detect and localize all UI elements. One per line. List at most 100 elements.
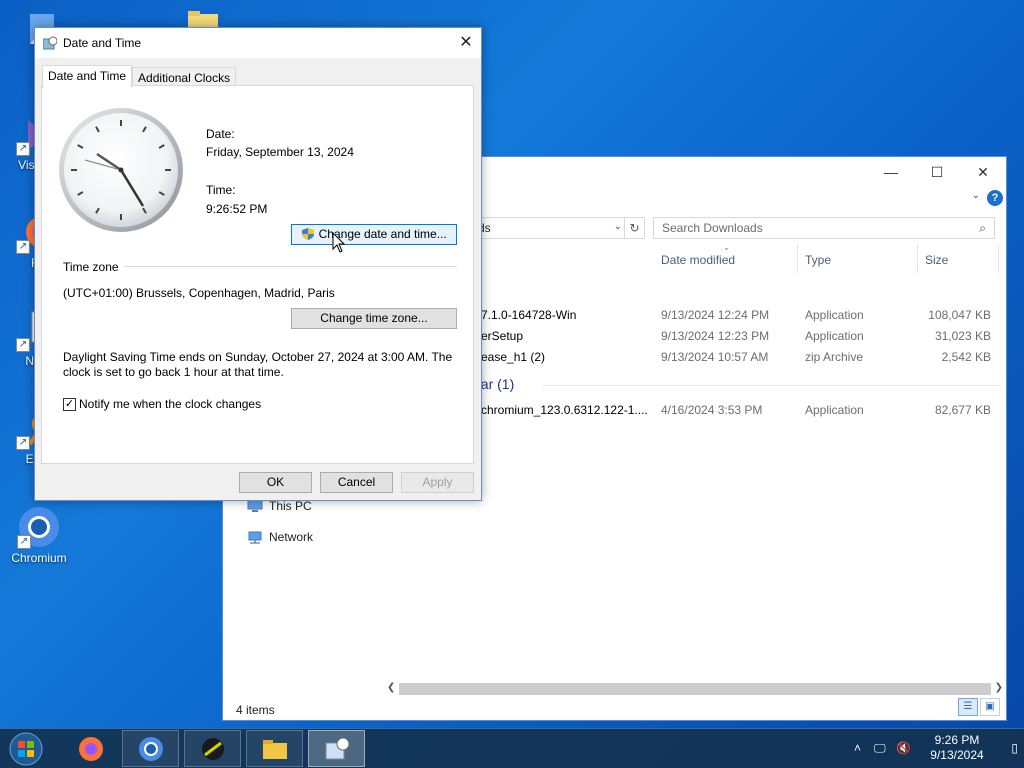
tab-date-and-time[interactable]: Date and Time — [42, 65, 133, 88]
change-timezone-button[interactable]: Change time zone... — [291, 308, 457, 329]
network-icon[interactable]: 🖵 — [874, 741, 886, 756]
taskbar: ˄ 🖵 🔇 9:26 PM 9/13/2024 ▯ — [0, 728, 1024, 768]
nav-item-label: This PC — [269, 499, 312, 513]
taskbar-file-explorer[interactable] — [246, 730, 303, 767]
maximize-button[interactable]: ☐ — [914, 157, 960, 187]
nav-item-label: Network — [269, 530, 314, 544]
system-tray: ˄ 🖵 🔇 9:26 PM 9/13/2024 ▯ — [854, 729, 1024, 768]
uac-shield-icon — [302, 228, 315, 240]
shortcut-arrow-icon: ↗ — [16, 240, 30, 254]
view-switcher: ☰ ▣ — [958, 698, 1000, 716]
date-time-app-icon — [325, 737, 349, 759]
file-name: 7.1.0-164728-Win — [481, 308, 577, 322]
shortcut-arrow-icon: ↗ — [17, 535, 31, 549]
group-divider — [543, 385, 1001, 386]
taskbar-firefox[interactable] — [62, 730, 119, 767]
ribbon-expand-chevron-icon[interactable]: ⌄ — [972, 190, 980, 201]
taskbar-date: 9/13/2024 — [930, 748, 984, 762]
folder-icon — [262, 739, 287, 759]
close-icon[interactable]: ✕ — [451, 28, 481, 58]
file-name: erSetup — [481, 329, 524, 343]
desktop-icon-label: Chromium — [11, 551, 67, 565]
dst-info-line-2: clock is set to go back 1 hour at that t… — [63, 365, 284, 379]
column-size[interactable]: Size — [925, 253, 948, 267]
timezone-value: (UTC+01:00) Brussels, Copenhagen, Madrid… — [63, 286, 335, 300]
column-type[interactable]: Type — [805, 253, 831, 267]
notify-label[interactable]: Notify me when the clock changes — [79, 397, 261, 411]
file-size: 2,542 KB — [941, 350, 991, 364]
scrollbar-thumb[interactable] — [399, 683, 991, 695]
file-date: 9/13/2024 10:57 AM — [661, 350, 769, 364]
chevron-down-icon[interactable]: ⌄ — [614, 221, 622, 232]
file-type: Application — [805, 308, 864, 322]
minimize-button[interactable]: — — [868, 157, 914, 187]
dialog-title: Date and Time — [63, 36, 142, 50]
shortcut-arrow-icon: ↗ — [16, 338, 30, 352]
large-icons-view-icon[interactable]: ▣ — [980, 698, 1000, 716]
timezone-header: Time zone — [63, 260, 119, 274]
shortcut-arrow-icon: ↗ — [16, 142, 30, 156]
details-view-icon[interactable]: ☰ — [958, 698, 978, 716]
taskbar-time: 9:26 PM — [934, 733, 980, 747]
dialog-title-bar: Date and Time ✕ — [35, 28, 481, 58]
address-bar[interactable]: ds ⌄ ↻ — [473, 217, 645, 239]
mouse-cursor-icon — [332, 232, 346, 253]
chromium-icon — [138, 736, 163, 761]
tab-panel: Date: Friday, September 13, 2024 Time: 9… — [41, 85, 474, 464]
chromium-icon: ↗ — [17, 505, 61, 549]
editor-app-icon — [201, 737, 224, 760]
file-type: zip Archive — [805, 350, 864, 364]
dst-info-line-1: Daylight Saving Time ends on Sunday, Oct… — [63, 350, 453, 364]
computer-icon — [247, 499, 263, 512]
horizontal-scrollbar[interactable]: ❮ ❯ — [385, 681, 1005, 698]
taskbar-chromium[interactable] — [122, 730, 179, 767]
taskbar-clock[interactable]: 9:26 PM 9/13/2024 — [922, 733, 992, 763]
file-size: 31,023 KB — [934, 329, 991, 343]
ok-button[interactable]: OK — [239, 472, 312, 493]
cancel-button[interactable]: Cancel — [320, 472, 393, 493]
explorer-caption-buttons: — ☐ ✕ — [868, 157, 1006, 187]
search-input[interactable]: Search Downloads ⌕ — [653, 217, 995, 239]
file-type: Application — [805, 329, 864, 343]
file-date: 4/16/2024 3:53 PM — [661, 403, 763, 417]
windows-logo-icon — [9, 732, 43, 766]
change-date-time-button[interactable]: Change date and time... — [291, 224, 457, 245]
date-value: Friday, September 13, 2024 — [206, 145, 354, 159]
scroll-left-icon[interactable]: ❮ — [387, 682, 395, 693]
date-time-app-icon — [43, 36, 57, 50]
file-name: chromium_123.0.6312.122-1.... — [481, 403, 648, 417]
notification-icon[interactable]: ▯ — [1011, 741, 1018, 755]
network-icon — [248, 531, 262, 544]
file-date: 9/13/2024 12:24 PM — [661, 308, 770, 322]
apply-button[interactable]: Apply — [401, 472, 474, 493]
notify-checkbox[interactable]: ✓ — [63, 398, 76, 411]
analog-clock-icon — [59, 108, 183, 232]
volume-muted-icon[interactable]: 🔇 — [896, 741, 911, 755]
date-time-dialog: Date and Time ✕ Date and Time Additional… — [34, 27, 482, 501]
taskbar-app-editor[interactable] — [184, 730, 241, 767]
column-date-modified[interactable]: Date modified — [661, 253, 735, 267]
file-name: ease_h1 (2) — [481, 350, 546, 364]
search-icon: ⌕ — [979, 221, 986, 235]
shortcut-arrow-icon: ↗ — [16, 436, 30, 450]
desktop-icon-chromium[interactable]: ↗ Chromium — [1, 505, 77, 565]
scroll-right-icon[interactable]: ❯ — [995, 682, 1003, 693]
sort-indicator-icon: ⌄ — [723, 243, 730, 252]
firefox-icon — [78, 736, 103, 761]
refresh-icon[interactable]: ↻ — [624, 218, 644, 238]
time-value: 9:26:52 PM — [206, 202, 268, 216]
nav-item-network[interactable]: Network — [247, 530, 313, 544]
file-size: 108,047 KB — [928, 308, 991, 322]
close-button[interactable]: ✕ — [960, 157, 1006, 187]
file-size: 82,677 KB — [934, 403, 991, 417]
time-label: Time: — [206, 183, 236, 197]
show-hidden-icons-chevron-icon[interactable]: ˄ — [854, 741, 861, 755]
start-button[interactable] — [4, 731, 48, 767]
nav-item-this-pc[interactable]: This PC — [247, 499, 312, 513]
help-icon[interactable]: ? — [987, 190, 1003, 206]
taskbar-date-time[interactable] — [308, 730, 365, 767]
search-placeholder: Search Downloads — [662, 221, 763, 235]
status-item-count: 4 items — [236, 703, 275, 717]
date-label: Date: — [206, 127, 235, 141]
file-type: Application — [805, 403, 864, 417]
